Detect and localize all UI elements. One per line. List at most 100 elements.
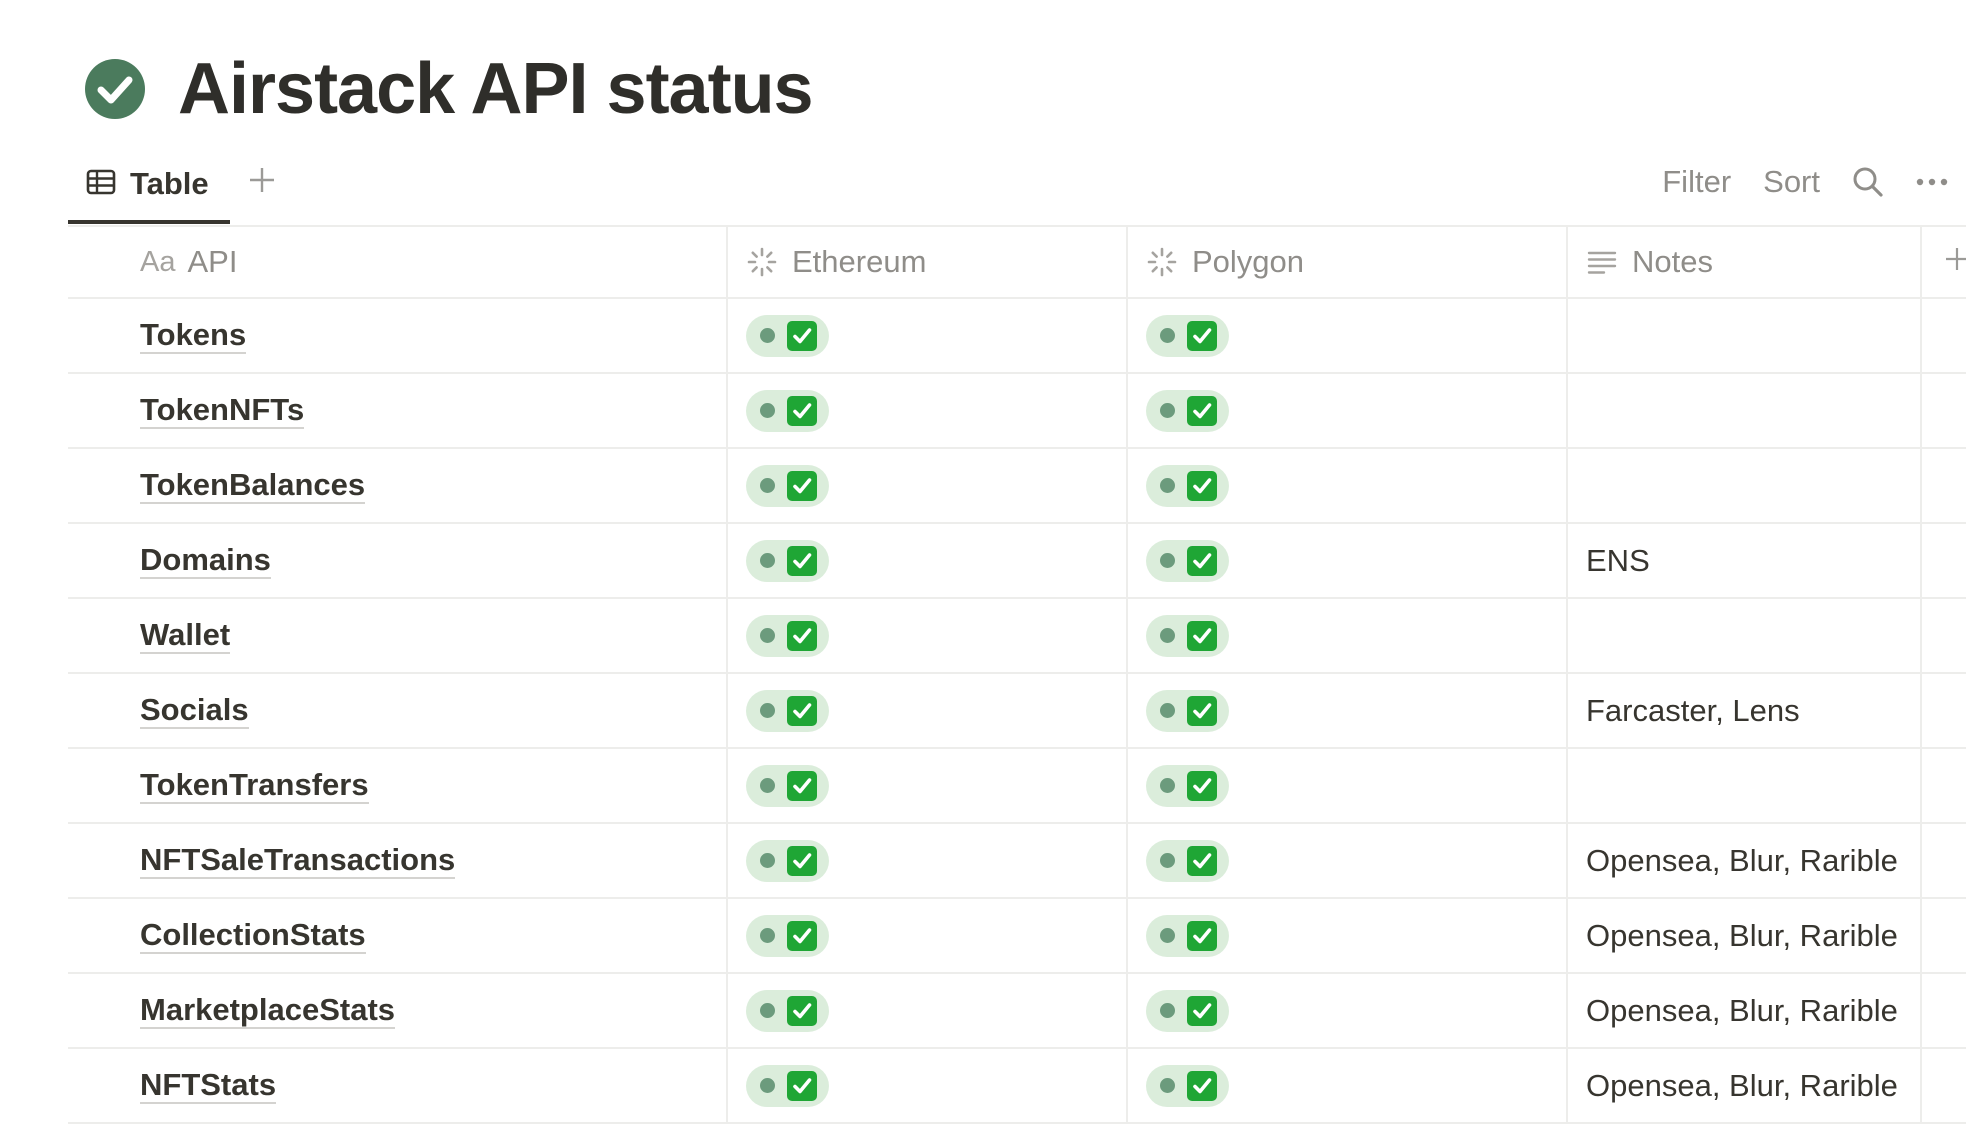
- page-title[interactable]: Airstack API status: [178, 48, 814, 130]
- api-name-link[interactable]: CollectionStats: [140, 917, 366, 954]
- api-name-link[interactable]: TokenTransfers: [140, 767, 369, 804]
- api-name-link[interactable]: TokenBalances: [140, 467, 366, 504]
- status-pill[interactable]: ✅: [746, 764, 829, 807]
- api-cell[interactable]: NFTStats: [68, 1049, 728, 1122]
- table-row[interactable]: TokenTransfers ✅ ✅: [68, 749, 1966, 824]
- api-cell[interactable]: TokenTransfers: [68, 749, 728, 822]
- table-row[interactable]: Tokens ✅ ✅: [68, 299, 1966, 374]
- table-row[interactable]: MarketplaceStats ✅ ✅ Opensea, Blur, Rarible: [68, 974, 1966, 1049]
- ethereum-status-cell[interactable]: ✅: [728, 599, 1128, 672]
- status-pill[interactable]: ✅: [1146, 989, 1229, 1032]
- api-cell[interactable]: MarketplaceStats: [68, 974, 728, 1047]
- column-header-ethereum[interactable]: Ethereum: [728, 227, 1128, 297]
- api-cell[interactable]: Tokens: [68, 299, 728, 372]
- status-pill[interactable]: ✅: [746, 539, 829, 582]
- status-pill[interactable]: ✅: [746, 989, 829, 1032]
- column-header-polygon[interactable]: Polygon: [1128, 227, 1568, 297]
- notes-cell[interactable]: Opensea, Blur, Rarible: [1568, 974, 1922, 1047]
- notes-cell[interactable]: [1568, 749, 1922, 822]
- notes-cell[interactable]: Farcaster, Lens: [1568, 674, 1922, 747]
- notes-cell[interactable]: [1568, 599, 1922, 672]
- status-pill[interactable]: ✅: [1146, 314, 1229, 357]
- table-row[interactable]: TokenBalances ✅ ✅: [68, 449, 1966, 524]
- status-pill[interactable]: ✅: [746, 689, 829, 732]
- filter-button[interactable]: Filter: [1662, 164, 1731, 200]
- notes-cell[interactable]: ENS: [1568, 524, 1922, 597]
- api-cell[interactable]: TokenNFTs: [68, 374, 728, 447]
- polygon-status-cell[interactable]: ✅: [1128, 599, 1568, 672]
- status-pill[interactable]: ✅: [1146, 464, 1229, 507]
- sort-button[interactable]: Sort: [1763, 164, 1820, 200]
- table-row[interactable]: NFTSaleTransactions ✅ ✅ Opensea, Blur, Rari…: [68, 824, 1966, 899]
- column-header-notes[interactable]: Notes: [1568, 227, 1922, 297]
- table-row[interactable]: Domains ✅ ✅ ENS: [68, 524, 1966, 599]
- ethereum-status-cell[interactable]: ✅: [728, 824, 1128, 897]
- table-row[interactable]: Socials ✅ ✅ Farcaster, Lens: [68, 674, 1966, 749]
- status-pill[interactable]: ✅: [1146, 839, 1229, 882]
- polygon-status-cell[interactable]: ✅: [1128, 749, 1568, 822]
- status-pill[interactable]: ✅: [746, 614, 829, 657]
- status-pill[interactable]: ✅: [1146, 1064, 1229, 1107]
- api-cell[interactable]: TokenBalances: [68, 449, 728, 522]
- status-pill[interactable]: ✅: [1146, 389, 1229, 432]
- polygon-status-cell[interactable]: ✅: [1128, 824, 1568, 897]
- api-name-link[interactable]: Tokens: [140, 317, 247, 354]
- polygon-status-cell[interactable]: ✅: [1128, 524, 1568, 597]
- ethereum-status-cell[interactable]: ✅: [728, 374, 1128, 447]
- notes-cell[interactable]: Opensea, Blur, Rarible: [1568, 1049, 1922, 1122]
- status-pill[interactable]: ✅: [746, 914, 829, 957]
- tab-table-view[interactable]: Table: [68, 148, 230, 224]
- api-name-link[interactable]: TokenNFTs: [140, 392, 305, 429]
- status-pill[interactable]: ✅: [746, 314, 829, 357]
- add-view-button[interactable]: [240, 160, 284, 204]
- notes-cell[interactable]: [1568, 299, 1922, 372]
- search-icon[interactable]: [1852, 166, 1884, 198]
- api-name-link[interactable]: NFTStats: [140, 1067, 277, 1104]
- table-row[interactable]: TokenNFTs ✅ ✅: [68, 374, 1966, 449]
- table-row[interactable]: NFTStats ✅ ✅ Opensea, Blur, Rarible: [68, 1049, 1966, 1124]
- notes-cell[interactable]: [1568, 449, 1922, 522]
- api-cell[interactable]: NFTSaleTransactions: [68, 824, 728, 897]
- notes-cell[interactable]: Opensea, Blur, Rarible: [1568, 899, 1922, 972]
- status-pill[interactable]: ✅: [1146, 539, 1229, 582]
- api-name-link[interactable]: NFTSaleTransactions: [140, 842, 456, 879]
- polygon-status-cell[interactable]: ✅: [1128, 1049, 1568, 1122]
- polygon-status-cell[interactable]: ✅: [1128, 899, 1568, 972]
- api-cell[interactable]: Socials: [68, 674, 728, 747]
- column-header-api[interactable]: Aa API: [68, 227, 728, 297]
- api-cell[interactable]: CollectionStats: [68, 899, 728, 972]
- ethereum-status-cell[interactable]: ✅: [728, 899, 1128, 972]
- status-pill[interactable]: ✅: [1146, 764, 1229, 807]
- status-pill[interactable]: ✅: [1146, 914, 1229, 957]
- ethereum-status-cell[interactable]: ✅: [728, 674, 1128, 747]
- more-icon[interactable]: [1916, 177, 1948, 187]
- status-pill[interactable]: ✅: [1146, 614, 1229, 657]
- polygon-status-cell[interactable]: ✅: [1128, 299, 1568, 372]
- status-pill[interactable]: ✅: [1146, 689, 1229, 732]
- polygon-status-cell[interactable]: ✅: [1128, 374, 1568, 447]
- api-cell[interactable]: Wallet: [68, 599, 728, 672]
- status-pill[interactable]: ✅: [746, 389, 829, 432]
- table-row[interactable]: CollectionStats ✅ ✅ Opensea, Blur, Rarible: [68, 899, 1966, 974]
- ethereum-status-cell[interactable]: ✅: [728, 524, 1128, 597]
- polygon-status-cell[interactable]: ✅: [1128, 449, 1568, 522]
- table-row[interactable]: Wallet ✅ ✅: [68, 599, 1966, 674]
- ethereum-status-cell[interactable]: ✅: [728, 449, 1128, 522]
- notes-cell[interactable]: [1568, 374, 1922, 447]
- api-name-link[interactable]: MarketplaceStats: [140, 992, 396, 1029]
- ethereum-status-cell[interactable]: ✅: [728, 1049, 1128, 1122]
- notes-cell[interactable]: Opensea, Blur, Rarible: [1568, 824, 1922, 897]
- polygon-status-cell[interactable]: ✅: [1128, 674, 1568, 747]
- status-pill[interactable]: ✅: [746, 1064, 829, 1107]
- api-cell[interactable]: Domains: [68, 524, 728, 597]
- api-name-link[interactable]: Socials: [140, 692, 249, 729]
- ethereum-status-cell[interactable]: ✅: [728, 974, 1128, 1047]
- status-pill[interactable]: ✅: [746, 464, 829, 507]
- ethereum-status-cell[interactable]: ✅: [728, 749, 1128, 822]
- polygon-status-cell[interactable]: ✅: [1128, 974, 1568, 1047]
- api-name-link[interactable]: Domains: [140, 542, 271, 579]
- ethereum-status-cell[interactable]: ✅: [728, 299, 1128, 372]
- check-circle-icon[interactable]: [84, 58, 146, 120]
- api-name-link[interactable]: Wallet: [140, 617, 231, 654]
- add-column-button[interactable]: [1922, 227, 1966, 297]
